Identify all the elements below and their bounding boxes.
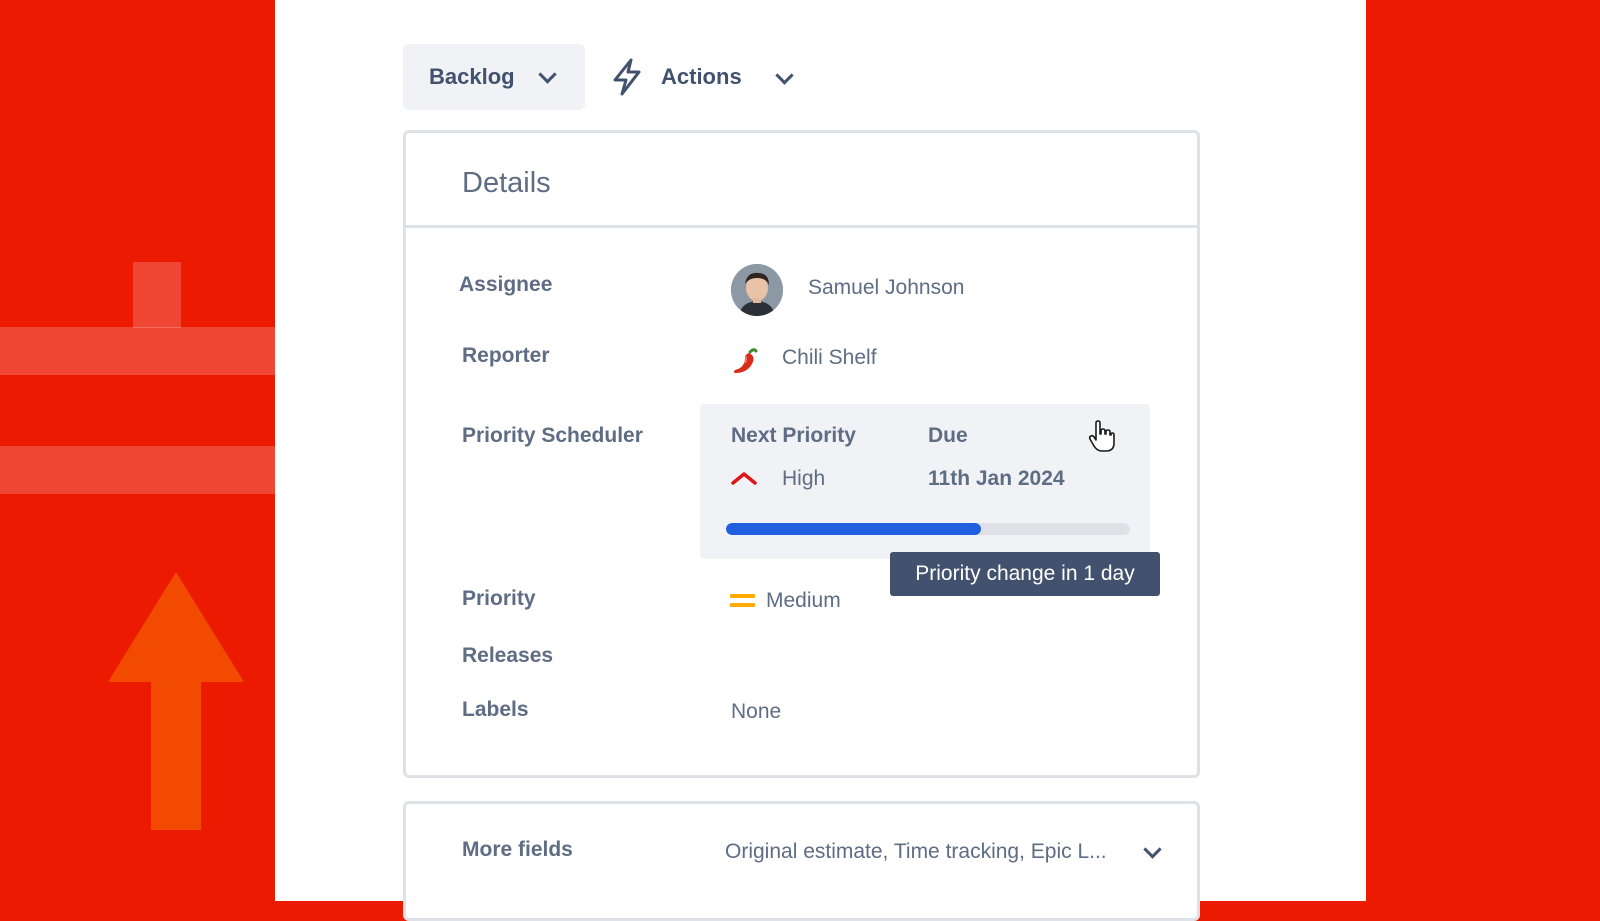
status-dropdown-button[interactable]: Backlog	[403, 44, 585, 110]
actions-dropdown-button[interactable]: Actions	[611, 44, 794, 110]
chevron-down-icon	[537, 64, 557, 84]
releases-label: Releases	[462, 644, 554, 667]
priority-change-tooltip: Priority change in 1 day	[890, 552, 1160, 596]
priority-medium-icon	[730, 594, 755, 610]
priority-scheduler-card[interactable]: Next Priority Due High 11th Jan 2024	[700, 404, 1150, 559]
priority-progress-bar	[726, 523, 1130, 535]
tooltip-text: Priority change in 1 day	[915, 562, 1135, 585]
background-left	[0, 0, 275, 901]
next-priority-value: High	[782, 467, 826, 490]
priority-label: Priority	[462, 587, 536, 610]
chili-pepper-icon	[734, 348, 758, 373]
priority-scheduler-label: Priority Scheduler	[462, 424, 643, 447]
avatar-image	[731, 264, 783, 316]
priority-high-icon	[731, 472, 757, 485]
more-fields-value[interactable]: Original estimate, Time tracking, Epic L…	[725, 840, 1107, 864]
background-bar	[0, 327, 275, 375]
avatar[interactable]	[731, 264, 783, 316]
background-bar	[0, 446, 275, 494]
due-header: Due	[928, 424, 968, 447]
assignee-label: Assignee	[459, 273, 553, 296]
more-fields-label: More fields	[462, 838, 573, 861]
status-label: Backlog	[429, 64, 515, 89]
labels-value[interactable]: None	[731, 700, 781, 724]
background-arrow-icon	[108, 572, 244, 682]
assignee-name[interactable]: Samuel Johnson	[808, 276, 964, 300]
hand-pointer-icon	[1088, 420, 1115, 452]
background-arrow-shaft	[151, 680, 201, 830]
reporter-label: Reporter	[462, 344, 550, 367]
due-date-value: 11th Jan 2024	[928, 467, 1065, 490]
next-priority-header: Next Priority	[731, 424, 856, 447]
background-right	[1366, 0, 1600, 901]
background-shape	[133, 262, 181, 328]
details-header: Details	[406, 133, 1197, 228]
chevron-down-icon	[774, 65, 794, 85]
labels-label: Labels	[462, 698, 529, 721]
priority-value[interactable]: Medium	[766, 589, 841, 613]
lightning-icon	[613, 58, 641, 96]
priority-progress-fill	[726, 523, 981, 535]
reporter-name[interactable]: Chili Shelf	[782, 346, 877, 370]
actions-label: Actions	[661, 64, 742, 89]
issue-toolbar: Backlog Actions	[403, 44, 794, 110]
details-title: Details	[462, 167, 551, 199]
